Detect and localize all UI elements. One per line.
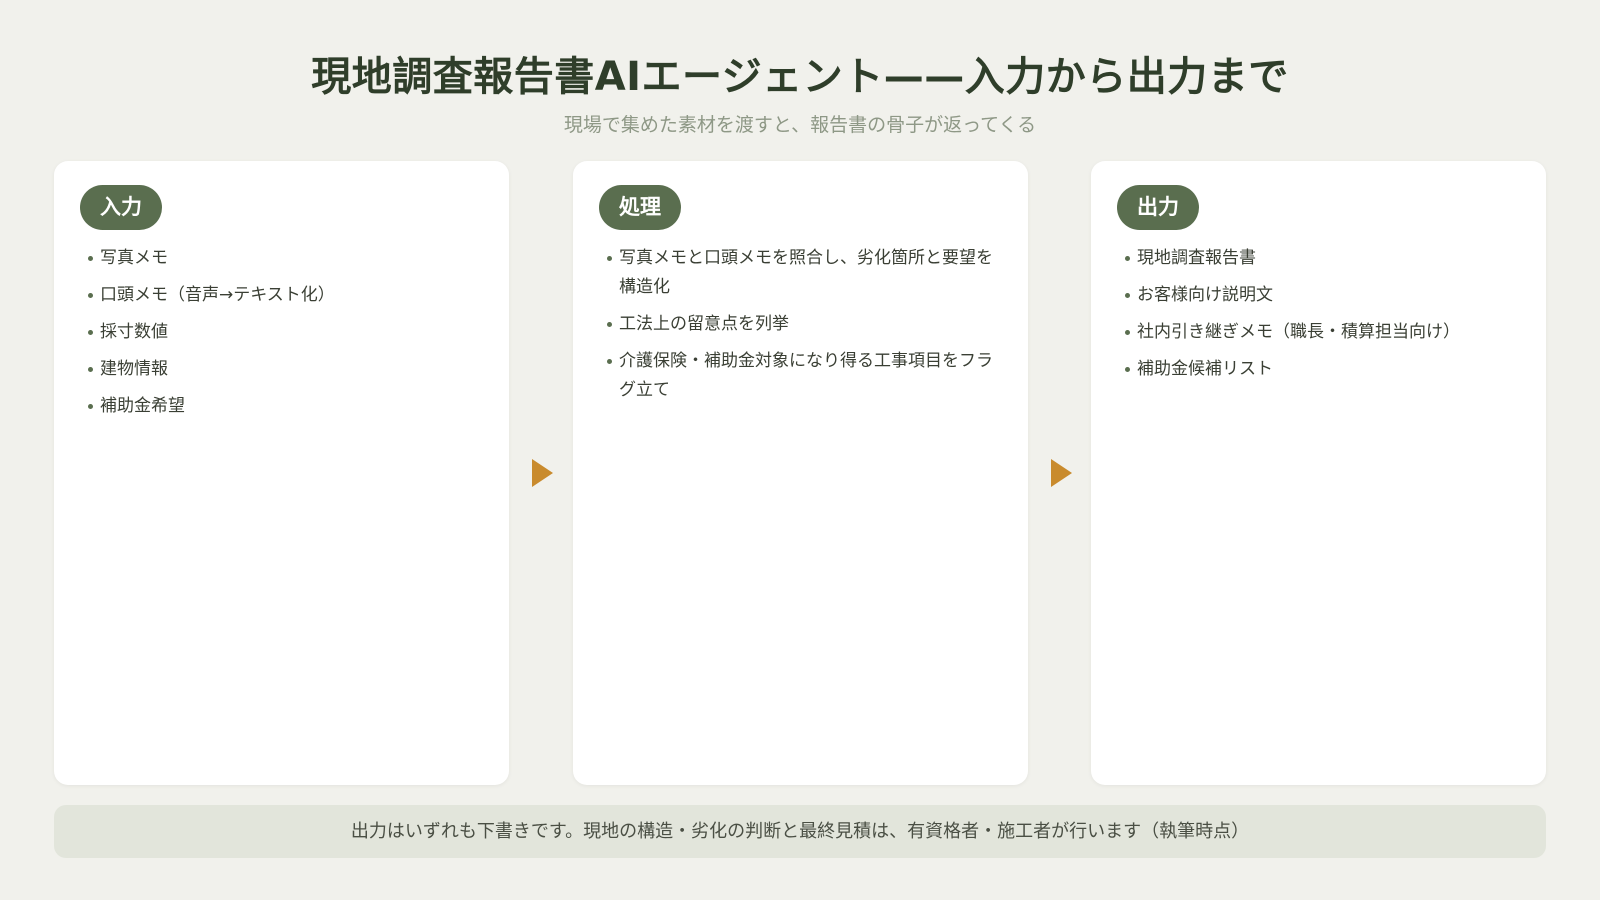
list-item: 建物情報 [88, 355, 483, 384]
list-item: 採寸数値 [88, 318, 483, 347]
triangle-right-icon [532, 459, 553, 487]
list-item: 工法上の留意点を列挙 [607, 310, 1002, 339]
list-item: 現地調査報告書 [1125, 244, 1520, 273]
stage-items-process: 写真メモと口頭メモを照合し、劣化箇所と要望を構造化 工法上の留意点を列挙 介護保… [599, 244, 1002, 405]
list-item: お客様向け説明文 [1125, 281, 1520, 310]
list-item: 補助金希望 [88, 392, 483, 421]
stage-card-input: 入力 写真メモ 口頭メモ（音声→テキスト化） 採寸数値 建物情報 補助金希望 [54, 161, 509, 785]
stage-label-process: 処理 [599, 185, 681, 230]
list-item: 介護保険・補助金対象になり得る工事項目をフラグ立て [607, 347, 1002, 405]
stage-items-input: 写真メモ 口頭メモ（音声→テキスト化） 採寸数値 建物情報 補助金希望 [80, 244, 483, 421]
stage-items-output: 現地調査報告書 お客様向け説明文 社内引き継ぎメモ（職長・積算担当向け） 補助金… [1117, 244, 1520, 384]
stage-label-output: 出力 [1117, 185, 1199, 230]
stage-card-output: 出力 現地調査報告書 お客様向け説明文 社内引き継ぎメモ（職長・積算担当向け） … [1091, 161, 1546, 785]
list-item: 写真メモ [88, 244, 483, 273]
list-item: 写真メモと口頭メモを照合し、劣化箇所と要望を構造化 [607, 244, 1002, 302]
list-item: 補助金候補リスト [1125, 355, 1520, 384]
stage-card-process: 処理 写真メモと口頭メモを照合し、劣化箇所と要望を構造化 工法上の留意点を列挙 … [573, 161, 1028, 785]
page-subtitle: 現場で集めた素材を渡すと、報告書の骨子が返ってくる [563, 114, 1037, 136]
page-title: 現地調査報告書AIエージェント——入力から出力まで [311, 54, 1289, 100]
footer-note: 出力はいずれも下書きです。現地の構造・劣化の判断と最終見積は、有資格者・施工者が… [54, 805, 1546, 858]
list-item: 口頭メモ（音声→テキスト化） [88, 281, 483, 310]
stage-label-input: 入力 [80, 185, 162, 230]
triangle-right-icon [1051, 459, 1072, 487]
list-item: 社内引き継ぎメモ（職長・積算担当向け） [1125, 318, 1520, 347]
